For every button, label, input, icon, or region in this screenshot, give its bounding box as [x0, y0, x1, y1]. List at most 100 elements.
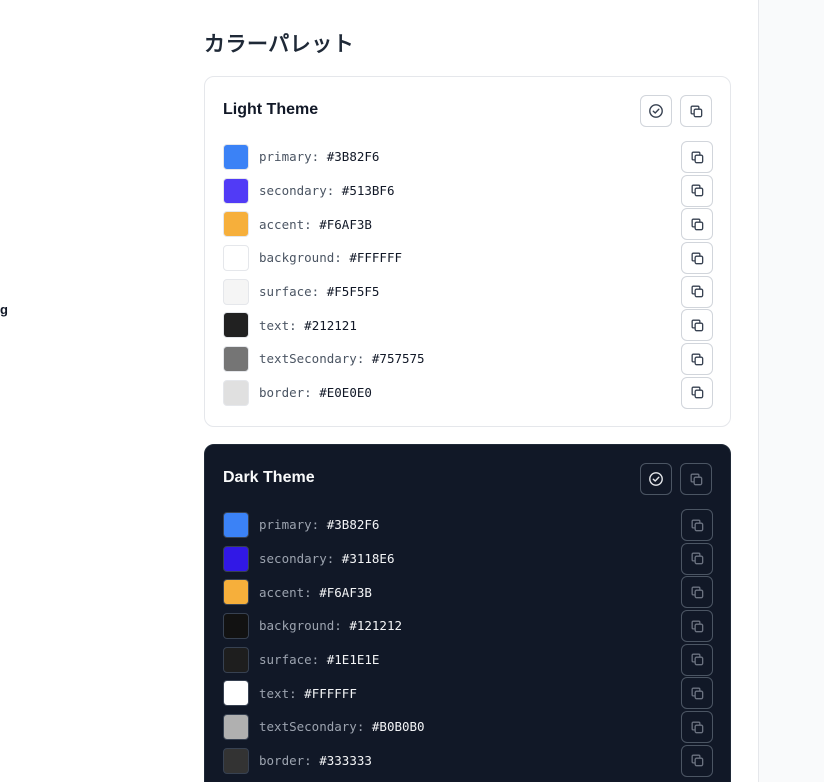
color-value: #F6AF3B [319, 584, 372, 600]
color-swatch [223, 646, 249, 673]
check-circle-icon [649, 104, 663, 118]
color-key: text: [259, 317, 297, 333]
copy-color-button[interactable] [681, 343, 713, 376]
copy-icon [691, 285, 703, 298]
color-key: surface: [259, 284, 320, 300]
copy-icon [691, 519, 703, 531]
color-swatch [223, 211, 249, 238]
color-row: surface: #F5F5F5 [223, 275, 713, 309]
color-row: surface: #1E1E1E [223, 643, 713, 677]
color-entry: primary: #3B82F6 [259, 149, 379, 164]
dark-theme-card: Dark Theme primary: #3B82F6 secondary: #3… [204, 444, 731, 782]
color-value: #121212 [349, 618, 403, 634]
copy-color-button[interactable] [681, 744, 713, 777]
copy-color-button[interactable] [681, 174, 713, 207]
light-theme-title: Light Theme [223, 101, 319, 118]
color-value: #F5F5F5 [326, 284, 380, 300]
color-value: #1E1E1E [326, 652, 380, 668]
color-swatch [223, 612, 249, 639]
copy-dark-theme-button[interactable] [680, 463, 712, 495]
color-row: accent: #F6AF3B [223, 575, 713, 609]
light-color-list: primary: #3B82F6 secondary: #513BF6 accent… [223, 140, 713, 410]
copy-color-button[interactable] [681, 610, 713, 643]
color-swatch [223, 713, 249, 740]
copy-color-button[interactable] [681, 509, 713, 541]
copy-color-button[interactable] [681, 141, 713, 173]
color-row: secondary: #513BF6 [223, 174, 713, 208]
copy-light-theme-button[interactable] [680, 95, 712, 127]
copy-icon [691, 721, 703, 733]
color-key: border: [259, 753, 312, 769]
copy-color-button[interactable] [681, 309, 713, 342]
color-row: background: #121212 [223, 609, 713, 643]
copy-icon [691, 353, 703, 365]
color-value: #B0B0B0 [371, 719, 425, 735]
color-key: border: [259, 385, 312, 401]
color-value: #212121 [304, 317, 357, 333]
copy-color-button[interactable] [681, 542, 713, 575]
color-row: background: #FFFFFF [223, 241, 713, 275]
color-value: #3118E6 [341, 551, 395, 567]
color-row: primary: #3B82F6 [223, 140, 713, 174]
color-key: accent: [259, 216, 312, 232]
color-row: text: #212121 [223, 308, 713, 342]
left-edge-text: g [0, 302, 8, 317]
color-entry: border: #333333 [259, 753, 372, 768]
color-entry: surface: #1E1E1E [259, 652, 379, 667]
copy-color-button[interactable] [681, 376, 713, 409]
color-value: #E0E0E0 [319, 385, 372, 401]
copy-icon [691, 653, 703, 666]
color-swatch [223, 143, 249, 170]
color-swatch [223, 312, 249, 339]
color-value: #FFFFFF [304, 685, 357, 701]
copy-color-button[interactable] [681, 711, 713, 744]
color-row: textSecondary: #B0B0B0 [223, 710, 713, 744]
right-side-panel [758, 0, 824, 782]
color-key: secondary: [259, 183, 335, 199]
color-swatch [223, 680, 249, 707]
color-row: textSecondary: #757575 [223, 342, 713, 376]
color-entry: text: #212121 [259, 318, 357, 333]
copy-color-button[interactable] [681, 576, 713, 609]
copy-icon [691, 252, 703, 264]
copy-icon [691, 620, 703, 632]
copy-icon [691, 218, 703, 231]
color-entry: surface: #F5F5F5 [259, 284, 379, 299]
copy-icon [691, 552, 703, 565]
color-value: #757575 [371, 351, 425, 367]
color-entry: accent: #F6AF3B [259, 585, 372, 600]
color-entry: border: #E0E0E0 [259, 385, 372, 400]
color-value: #FFFFFF [349, 250, 403, 266]
dark-color-list: primary: #3B82F6 secondary: #3118E6 accent… [223, 508, 713, 778]
check-circle-icon [649, 472, 663, 486]
color-row: border: #333333 [223, 744, 713, 778]
page-title: カラーパレット [204, 32, 355, 56]
color-key: textSecondary: [259, 719, 365, 735]
color-swatch [223, 511, 249, 538]
color-row: text: #FFFFFF [223, 676, 713, 710]
copy-icon [691, 319, 703, 332]
color-swatch [223, 177, 249, 204]
apply-dark-theme-button[interactable] [640, 463, 672, 495]
copy-icon [690, 473, 702, 485]
color-swatch [223, 747, 249, 774]
color-key: background: [259, 250, 342, 266]
copy-color-button[interactable] [681, 677, 713, 710]
copy-color-button[interactable] [681, 275, 713, 308]
color-swatch [223, 545, 249, 572]
color-swatch [223, 379, 249, 406]
apply-light-theme-button[interactable] [640, 95, 672, 127]
copy-color-button[interactable] [681, 242, 713, 275]
color-key: accent: [259, 584, 312, 600]
copy-color-button[interactable] [681, 643, 713, 676]
color-row: secondary: #3118E6 [223, 542, 713, 576]
color-entry: secondary: #3118E6 [259, 551, 394, 566]
copy-icon [691, 386, 703, 399]
color-entry: background: #121212 [259, 618, 402, 633]
color-swatch [223, 345, 249, 372]
color-key: secondary: [259, 551, 335, 567]
copy-icon [691, 754, 703, 767]
color-entry: secondary: #513BF6 [259, 183, 394, 198]
copy-icon [691, 151, 703, 163]
copy-color-button[interactable] [681, 208, 713, 241]
